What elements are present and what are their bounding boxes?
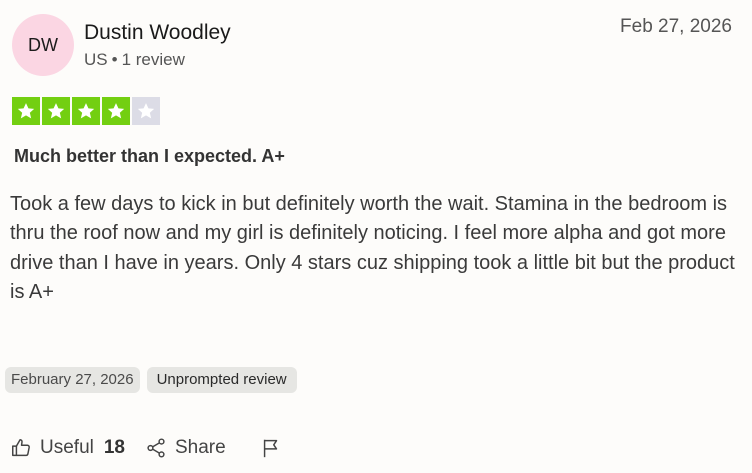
experience-date-badge: February 27, 2026: [5, 367, 140, 393]
reviewer-country: US: [84, 50, 108, 69]
share-icon: [147, 438, 165, 458]
share-label: Share: [175, 437, 226, 458]
useful-label: Useful: [40, 437, 94, 458]
reviewer-meta: US • 1 review: [84, 50, 185, 70]
star-filled-icon: [102, 97, 130, 125]
star-filled-icon: [12, 97, 40, 125]
star-filled-icon: [42, 97, 70, 125]
review-card: DW Dustin Woodley US • 1 review Feb 27, 20…: [0, 0, 752, 473]
reviewer-name[interactable]: Dustin Woodley: [84, 21, 231, 45]
star-empty-icon: [132, 97, 160, 125]
review-badges: February 27, 2026 Unprompted review: [5, 367, 297, 393]
review-date: Feb 27, 2026: [620, 16, 732, 37]
avatar[interactable]: DW: [12, 14, 74, 76]
star-filled-icon: [72, 97, 100, 125]
unprompted-review-badge[interactable]: Unprompted review: [146, 367, 297, 393]
flag-icon: [263, 439, 277, 458]
thumbs-up-icon: [12, 439, 30, 457]
share-button[interactable]: Share: [145, 437, 226, 459]
meta-separator: •: [111, 50, 118, 69]
review-title: Much better than I expected. A+: [14, 146, 285, 166]
reviewer-review-count: 1 review: [121, 50, 185, 69]
useful-count: 18: [103, 437, 125, 458]
star-rating: [12, 97, 160, 125]
review-actions: Useful 18 Share: [10, 434, 282, 462]
useful-button[interactable]: Useful 18: [10, 437, 125, 459]
review-body: Took a few days to kick in but definitel…: [10, 193, 735, 303]
avatar-initials: DW: [28, 34, 58, 55]
report-button[interactable]: [260, 437, 282, 459]
